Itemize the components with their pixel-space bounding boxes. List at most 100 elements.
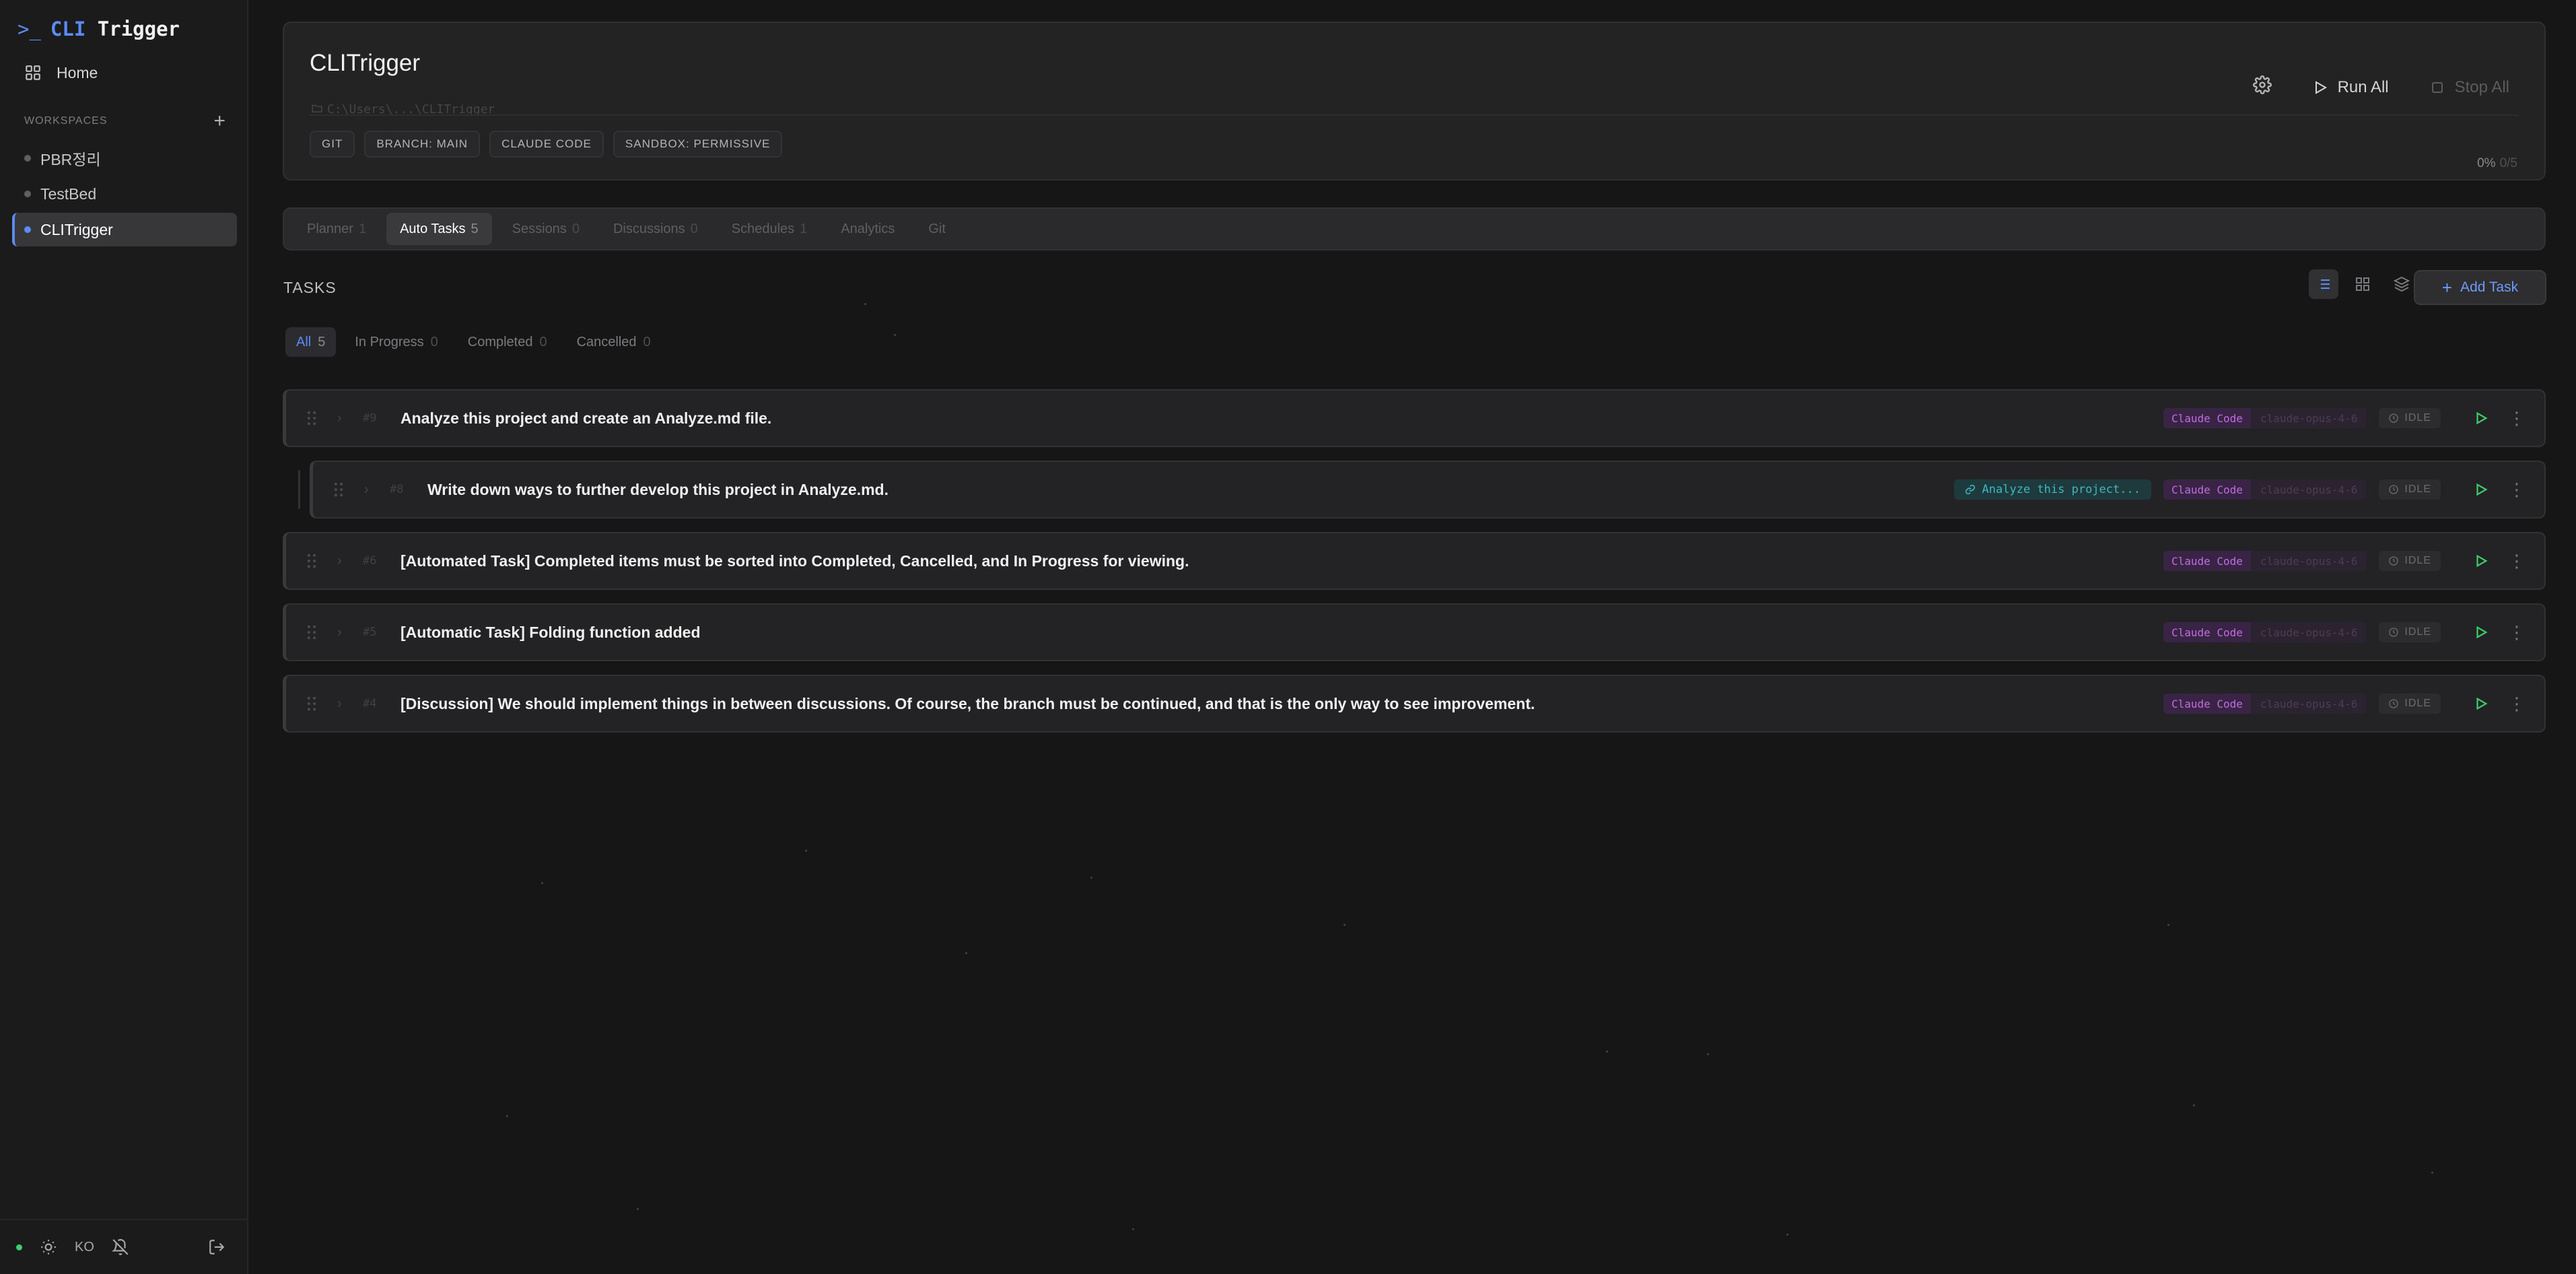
task-row-subtask[interactable]: › #8 Write down ways to further develop … [298,461,2546,518]
tab-analytics[interactable]: Analytics [827,213,908,245]
clock-icon [2389,699,2399,708]
tab-count: 0 [571,221,580,236]
agent-model: claude-opus-4-6 [2260,411,2358,425]
nav-home-label: Home [57,63,98,81]
add-task-button[interactable]: + Add Task [2414,270,2546,305]
status-badge: IDLE [2379,479,2441,500]
settings-button[interactable] [2252,75,2272,99]
chevron-right-icon[interactable]: › [337,411,342,426]
run-task-button[interactable] [2468,690,2495,717]
play-icon [2476,697,2488,710]
tab-label: Schedules [731,221,795,236]
play-icon [2476,483,2488,496]
run-all-button[interactable]: Run All [2312,78,2389,97]
filter-cancelled[interactable]: Cancelled 0 [566,327,662,357]
layers-icon [2394,276,2410,292]
agent-badge: Claude Code claude-opus-4-6 [2163,551,2367,571]
agent-name: Claude Code [2163,694,2251,714]
task-title: Analyze this project and create an Analy… [401,409,772,427]
more-vertical-icon[interactable]: ⋮ [2507,405,2527,432]
filter-in-progress[interactable]: In Progress 0 [344,327,448,357]
tab-label: Auto Tasks [400,221,466,236]
agent-model: claude-opus-4-6 [2260,626,2358,639]
workspaces-heading: WORKSPACES [24,115,108,127]
sidebar: >_ CLI Trigger Home WORKSPACES + PBR정리 T… [0,0,248,1274]
tab-schedules[interactable]: Schedules 1 [718,213,821,245]
bell-off-icon[interactable] [111,1238,129,1256]
add-workspace-button[interactable]: + [213,111,226,131]
drag-handle-icon[interactable] [306,625,317,640]
task-title: [Automated Task] Completed items must be… [401,551,1189,570]
agent-name: Claude Code [2163,551,2251,571]
filter-all[interactable]: All 5 [285,327,337,357]
status-text: IDLE [2404,412,2431,424]
workspace-label: PBR정리 [40,151,101,168]
nav-home[interactable]: Home [24,61,98,85]
grid-view-button[interactable] [2348,269,2377,299]
drag-handle-icon[interactable] [306,696,317,711]
chevron-right-icon[interactable]: › [337,625,342,640]
clock-icon [2389,413,2399,423]
task-title: Write down ways to further develop this … [427,480,889,498]
status-text: IDLE [2404,555,2431,566]
tab-discussions[interactable]: Discussions 0 [600,213,711,245]
drag-handle-icon[interactable] [306,554,317,568]
workspace-item-clitrigger[interactable]: CLITrigger [12,213,237,246]
run-task-button[interactable] [2468,619,2495,646]
drag-handle-icon[interactable] [333,482,344,497]
play-icon [2315,80,2327,94]
task-row[interactable]: › #4 [Discussion] We should implement th… [283,675,2546,733]
task-list: › #9 Analyze this project and create an … [283,389,2546,746]
filter-count: 0 [430,334,438,349]
run-task-button[interactable] [2468,547,2495,574]
clock-icon [2389,485,2399,494]
progress-fraction: 0/5 [2499,156,2517,170]
tab-planner[interactable]: Planner 1 [293,213,380,245]
workspace-item-pbr[interactable]: PBR정리 [12,141,237,175]
tab-count: 1 [358,221,367,236]
more-vertical-icon[interactable]: ⋮ [2507,476,2527,503]
agent-name: Claude Code [2163,622,2251,642]
chevron-right-icon[interactable]: › [337,554,342,569]
tab-auto-tasks[interactable]: Auto Tasks 5 [386,213,492,245]
more-vertical-icon[interactable]: ⋮ [2507,547,2527,574]
tab-sessions[interactable]: Sessions 0 [499,213,593,245]
drag-handle-icon[interactable] [306,411,317,426]
filter-label: In Progress [355,334,424,349]
workspace-status-dot [24,155,31,162]
list-view-button[interactable] [2309,269,2338,299]
workspace-item-testbed[interactable]: TestBed [12,177,237,211]
filter-label: Completed [467,334,533,349]
group-view-button[interactable] [2387,269,2416,299]
chevron-right-icon[interactable]: › [364,482,369,498]
folder-icon [312,104,322,112]
agent-badge: Claude Code claude-opus-4-6 [2163,622,2367,642]
task-row[interactable]: › #6 [Automated Task] Completed items mu… [283,532,2546,590]
task-row[interactable]: › #9 Analyze this project and create an … [283,389,2546,447]
run-task-button[interactable] [2468,476,2495,503]
tag-branch: BRANCH: MAIN [364,131,481,158]
status-badge: IDLE [2379,551,2441,571]
task-row[interactable]: › #5 [Automatic Task] Folding function a… [283,603,2546,661]
more-vertical-icon[interactable]: ⋮ [2507,619,2527,646]
logout-icon[interactable] [208,1238,225,1256]
sun-icon[interactable] [40,1238,57,1256]
tab-git[interactable]: Git [915,213,959,245]
agent-model: claude-opus-4-6 [2260,697,2358,710]
app-logo[interactable]: >_ CLI Trigger [18,18,180,40]
language-toggle[interactable]: KO [75,1240,94,1255]
progress-percent: 0% [2477,156,2496,170]
grid-icon [2356,277,2369,291]
project-actions: Run All Stop All [2252,75,2509,99]
status-text: IDLE [2404,626,2431,638]
agent-model: claude-opus-4-6 [2260,554,2358,568]
tasks-heading: TASKS [283,279,337,296]
agent-badge: Claude Code claude-opus-4-6 [2163,479,2367,500]
chevron-right-icon[interactable]: › [337,696,342,712]
stop-all-button[interactable]: Stop All [2429,78,2509,97]
parent-task-link[interactable]: Analyze this project... [1953,479,2151,500]
filter-completed[interactable]: Completed 0 [457,327,558,357]
tab-count: 1 [800,221,808,236]
run-task-button[interactable] [2468,405,2495,432]
more-vertical-icon[interactable]: ⋮ [2507,690,2527,717]
